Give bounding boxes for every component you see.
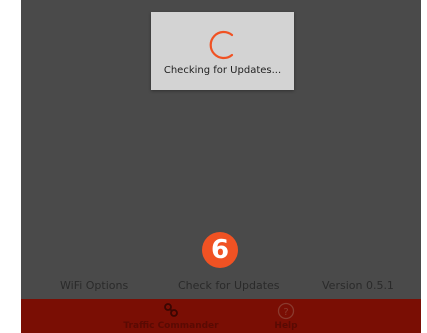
version-label: Version 0.5.1 bbox=[322, 279, 394, 292]
bottom-nav-bar: Traffic Commander ? Help bbox=[21, 299, 421, 333]
step-number-badge: 6 bbox=[202, 232, 238, 268]
svg-text:?: ? bbox=[283, 307, 288, 318]
nav-label-help: Help bbox=[274, 321, 298, 331]
dialog-message: Checking for Updates... bbox=[163, 65, 282, 76]
loading-spinner-icon bbox=[205, 28, 239, 66]
traffic-commander-icon bbox=[163, 302, 179, 322]
settings-footer: WiFi Options Check for Updates Version 0… bbox=[21, 277, 421, 295]
nav-label-traffic-commander: Traffic Commander bbox=[123, 321, 219, 331]
nav-item-traffic-commander[interactable]: Traffic Commander bbox=[111, 299, 231, 333]
nav-item-help[interactable]: ? Help bbox=[226, 299, 346, 333]
update-check-dialog: Checking for Updates... bbox=[151, 12, 294, 90]
wifi-options-link[interactable]: WiFi Options bbox=[60, 279, 128, 292]
check-for-updates-link[interactable]: Check for Updates bbox=[178, 279, 280, 292]
